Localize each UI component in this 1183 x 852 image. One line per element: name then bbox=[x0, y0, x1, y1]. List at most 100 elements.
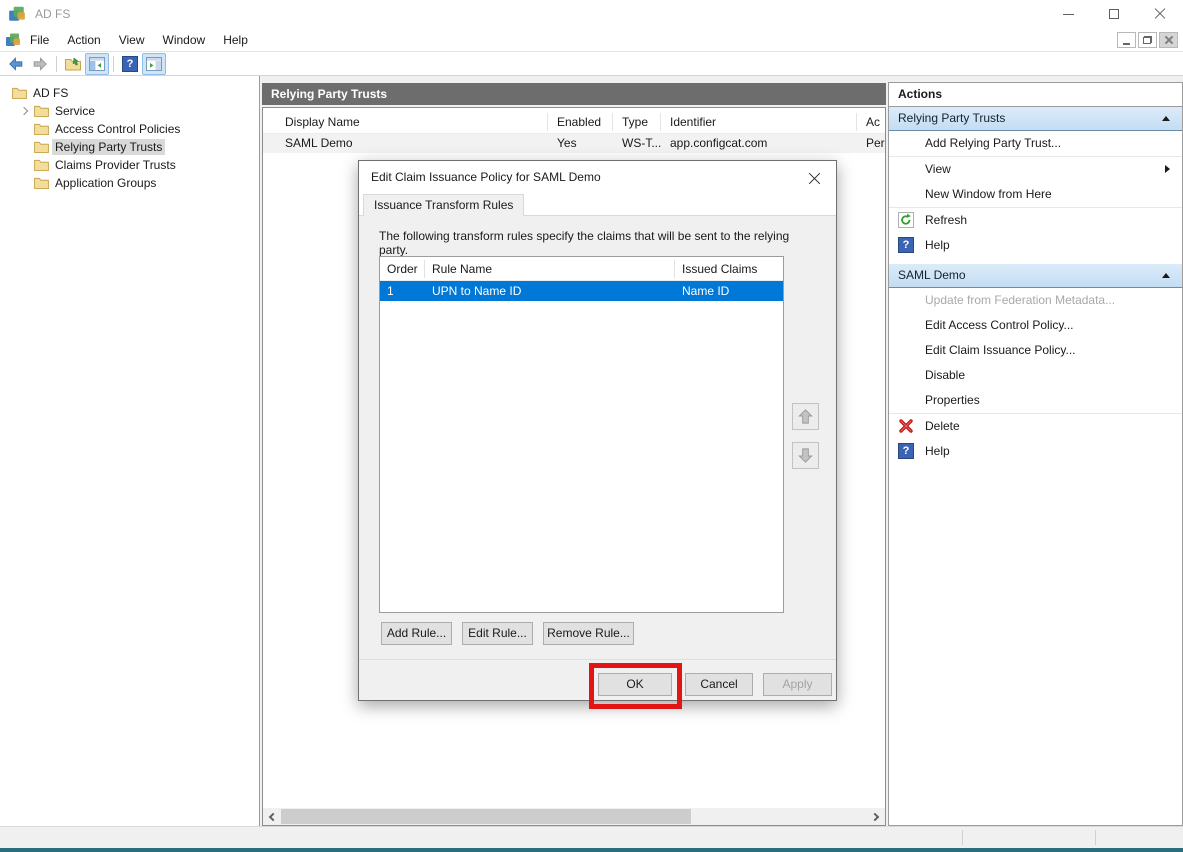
minimize-icon bbox=[1063, 14, 1074, 15]
menu-view[interactable]: View bbox=[110, 28, 154, 52]
action-edit-access-control-policy[interactable]: Edit Access Control Policy... bbox=[889, 313, 1182, 338]
tree-item-adfs-root[interactable]: AD FS bbox=[0, 84, 259, 102]
chevron-left-icon bbox=[269, 812, 277, 820]
cell-issued-claims: Name ID bbox=[675, 281, 783, 301]
forward-button[interactable] bbox=[28, 53, 52, 75]
action-label: View bbox=[925, 162, 951, 176]
tab-issuance-transform-rules[interactable]: Issuance Transform Rules bbox=[363, 194, 524, 216]
console-tree-pane: AD FS Service Access Control Policies Re… bbox=[0, 76, 260, 826]
menu-window[interactable]: Window bbox=[154, 28, 215, 52]
column-header-display-name[interactable]: Display Name bbox=[263, 113, 548, 131]
help-icon: ? bbox=[122, 56, 138, 72]
column-header-order[interactable]: Order bbox=[380, 260, 425, 278]
arrow-up-icon bbox=[796, 407, 815, 426]
column-header-identifier[interactable]: Identifier bbox=[661, 113, 857, 131]
action-label: Help bbox=[925, 238, 950, 252]
scroll-right-button[interactable] bbox=[868, 808, 885, 825]
mdi-minimize-button[interactable] bbox=[1117, 32, 1136, 48]
cancel-button[interactable]: Cancel bbox=[685, 673, 753, 696]
minimize-button[interactable] bbox=[1045, 0, 1091, 28]
action-label: Refresh bbox=[925, 213, 967, 227]
status-bar bbox=[0, 826, 1183, 848]
mdi-close-button[interactable] bbox=[1159, 32, 1178, 48]
edit-rule-button[interactable]: Edit Rule... bbox=[462, 622, 533, 645]
move-rule-down-button[interactable] bbox=[792, 442, 819, 469]
action-new-window-from-here[interactable]: New Window from Here bbox=[889, 182, 1182, 207]
move-rule-up-button[interactable] bbox=[792, 403, 819, 430]
add-rule-button[interactable]: Add Rule... bbox=[381, 622, 452, 645]
export-list-button[interactable] bbox=[61, 53, 85, 75]
action-label: Update from Federation Metadata... bbox=[925, 293, 1115, 307]
action-label: Help bbox=[925, 444, 950, 458]
tree-item-relying-party-trusts[interactable]: Relying Party Trusts bbox=[0, 138, 259, 156]
action-edit-claim-issuance-policy[interactable]: Edit Claim Issuance Policy... bbox=[889, 338, 1182, 363]
table-row-saml-demo[interactable]: SAML Demo Yes WS-T... app.configcat.com … bbox=[263, 134, 885, 153]
menu-action[interactable]: Action bbox=[58, 28, 109, 52]
dialog-footer-separator bbox=[359, 659, 836, 660]
toolbar-separator bbox=[56, 56, 57, 72]
ok-button[interactable]: OK bbox=[598, 673, 672, 696]
column-header-enabled[interactable]: Enabled bbox=[548, 113, 613, 131]
forward-icon bbox=[32, 56, 48, 72]
tree-item-claims-provider-trusts[interactable]: Claims Provider Trusts bbox=[0, 156, 259, 174]
folder-icon bbox=[34, 105, 49, 117]
collapse-icon bbox=[1162, 116, 1170, 121]
show-hide-console-tree-button[interactable] bbox=[85, 53, 109, 75]
window-title: AD FS bbox=[35, 7, 70, 21]
back-button[interactable] bbox=[4, 53, 28, 75]
show-hide-action-pane-button[interactable] bbox=[142, 53, 166, 75]
results-column-headers: Display Name Enabled Type Identifier Ac bbox=[263, 110, 885, 134]
dialog-description: The following transform rules specify th… bbox=[379, 229, 816, 257]
chevron-right-icon bbox=[871, 812, 879, 820]
action-add-relying-party-trust[interactable]: Add Relying Party Trust... bbox=[889, 131, 1182, 156]
column-header-rule-name[interactable]: Rule Name bbox=[425, 260, 675, 278]
title-bar: AD FS bbox=[0, 0, 1183, 28]
action-disable[interactable]: Disable bbox=[889, 363, 1182, 388]
column-header-issued-claims[interactable]: Issued Claims bbox=[675, 260, 783, 278]
scrollbar-thumb[interactable] bbox=[281, 809, 691, 824]
mdi-restore-button[interactable] bbox=[1138, 32, 1157, 48]
tree-item-service[interactable]: Service bbox=[0, 102, 259, 120]
folder-icon bbox=[34, 177, 49, 189]
console-icon bbox=[5, 32, 21, 48]
action-label: Delete bbox=[925, 419, 960, 433]
menu-help[interactable]: Help bbox=[214, 28, 257, 52]
column-header-access-control[interactable]: Ac bbox=[857, 113, 885, 131]
action-help-saml-demo[interactable]: ? Help bbox=[889, 439, 1182, 464]
dialog-close-button[interactable] bbox=[800, 166, 828, 190]
help-toolbar-button[interactable]: ? bbox=[118, 53, 142, 75]
scroll-left-button[interactable] bbox=[263, 808, 280, 825]
cell-display-name: SAML Demo bbox=[263, 134, 548, 153]
action-properties[interactable]: Properties bbox=[889, 388, 1182, 413]
action-label: New Window from Here bbox=[925, 187, 1052, 201]
mdi-minimize-icon bbox=[1123, 43, 1130, 45]
action-refresh[interactable]: Refresh bbox=[889, 208, 1182, 233]
close-button[interactable] bbox=[1137, 0, 1183, 28]
console-tree-icon bbox=[89, 57, 105, 71]
remove-rule-button[interactable]: Remove Rule... bbox=[543, 622, 634, 645]
toolbar: ? bbox=[0, 52, 1183, 76]
actions-group-relying-party-trusts[interactable]: Relying Party Trusts bbox=[889, 107, 1182, 131]
actions-group-saml-demo[interactable]: SAML Demo bbox=[889, 264, 1182, 288]
maximize-button[interactable] bbox=[1091, 0, 1137, 28]
action-label: Disable bbox=[925, 368, 965, 382]
arrow-down-icon bbox=[796, 446, 815, 465]
cell-access-control: Per bbox=[857, 134, 885, 153]
toolbar-separator bbox=[113, 56, 114, 72]
cell-identifier: app.configcat.com bbox=[661, 134, 857, 153]
rule-row-upn-to-name-id[interactable]: 1 UPN to Name ID Name ID bbox=[380, 281, 783, 301]
action-help-rpt[interactable]: ? Help bbox=[889, 233, 1182, 258]
menu-file[interactable]: File bbox=[21, 28, 58, 52]
chevron-right-icon[interactable] bbox=[20, 107, 28, 115]
tree-item-application-groups[interactable]: Application Groups bbox=[0, 174, 259, 192]
action-delete[interactable]: Delete bbox=[889, 414, 1182, 439]
action-view[interactable]: View bbox=[889, 157, 1182, 182]
horizontal-scrollbar[interactable] bbox=[263, 808, 885, 825]
column-header-type[interactable]: Type bbox=[613, 113, 661, 131]
apply-button: Apply bbox=[763, 673, 832, 696]
action-label: Edit Claim Issuance Policy... bbox=[925, 343, 1076, 357]
actions-pane: Actions Relying Party Trusts Add Relying… bbox=[888, 82, 1183, 826]
tree-item-label: Access Control Policies bbox=[52, 121, 183, 137]
tree-item-access-control-policies[interactable]: Access Control Policies bbox=[0, 120, 259, 138]
delete-icon bbox=[898, 418, 914, 434]
